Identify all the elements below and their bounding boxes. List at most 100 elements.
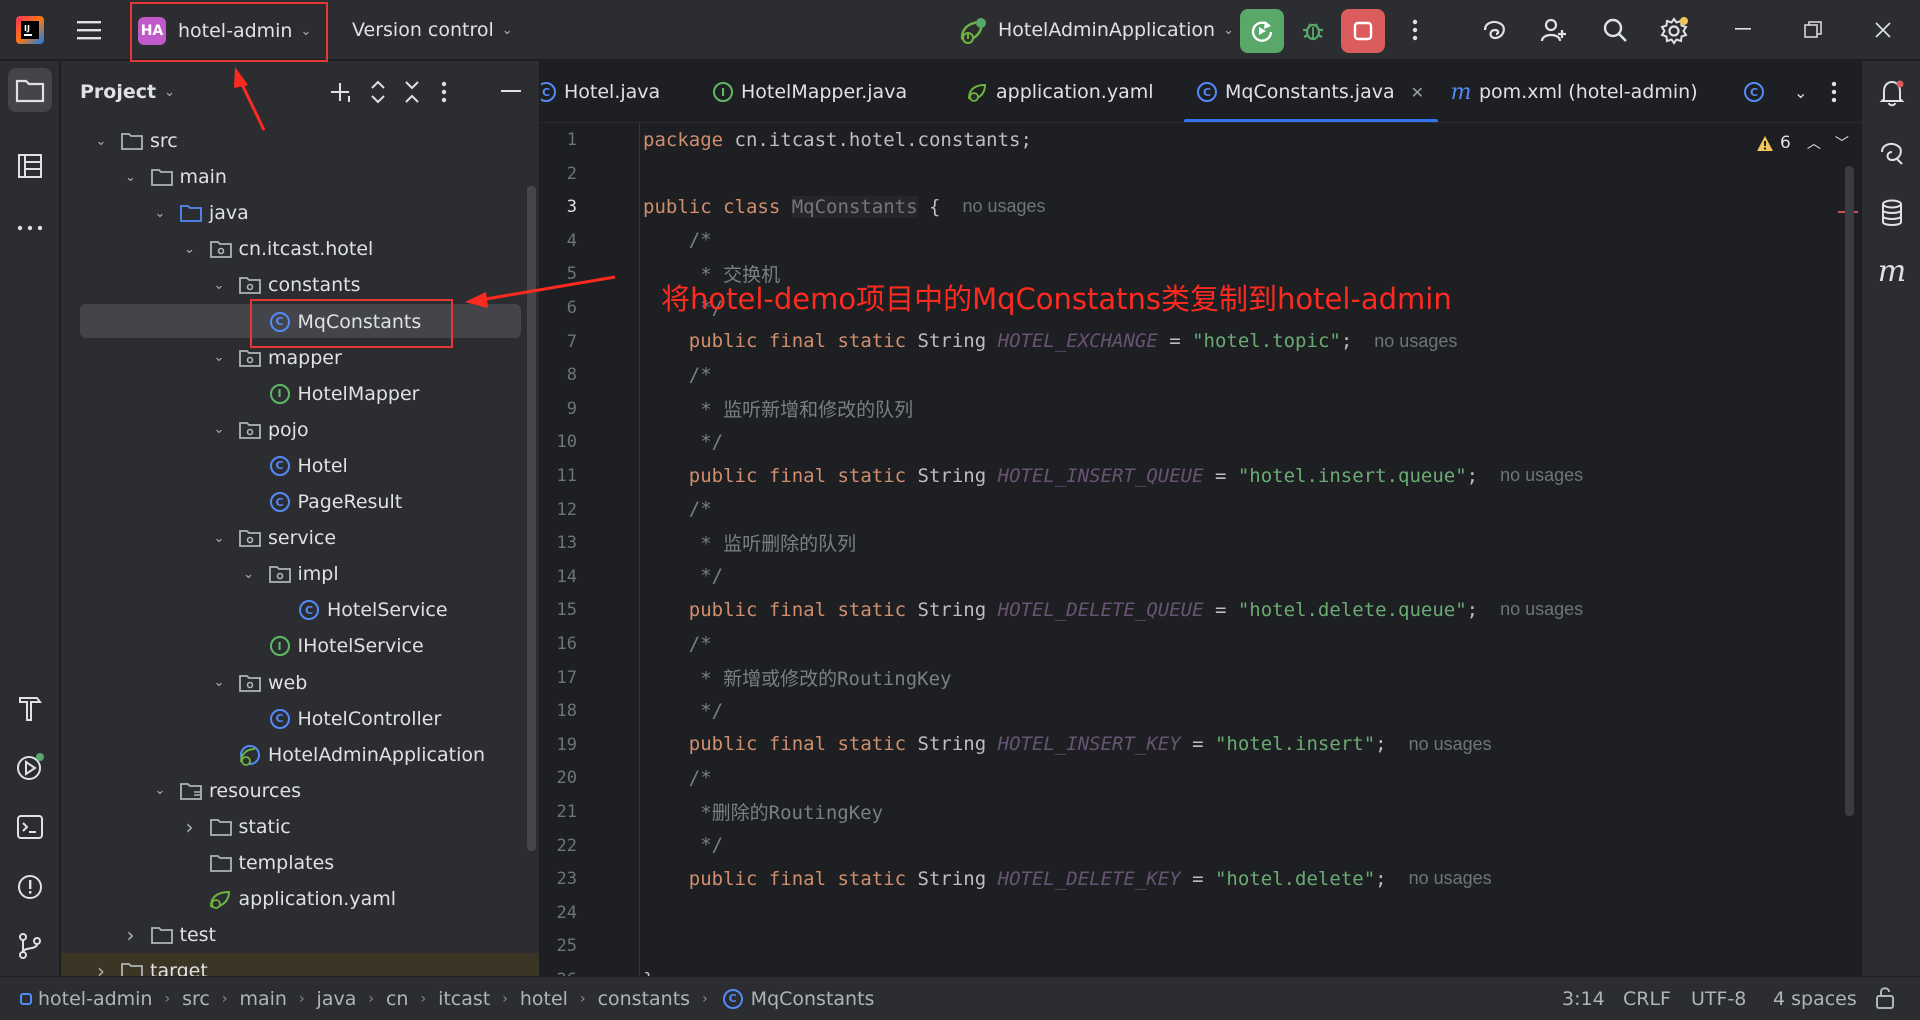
tree-item-static[interactable]: › static <box>61 809 539 845</box>
tree-item-ihotelservice[interactable]: I IHotelService <box>61 628 539 664</box>
line-separator[interactable]: CRLF <box>1623 988 1671 1010</box>
tree-item-hotelcontroller[interactable]: C HotelController <box>61 701 539 737</box>
line-number[interactable]: 10 <box>541 432 577 452</box>
line-number[interactable]: 5 <box>541 264 577 284</box>
project-scrollbar[interactable] <box>527 186 536 851</box>
chevron-down-icon[interactable]: ⌄ <box>209 422 229 437</box>
code-line[interactable]: * 监听新增和修改的队列 <box>643 392 913 425</box>
code-line[interactable]: * 监听删除的队列 <box>643 526 856 559</box>
line-number[interactable]: 21 <box>541 802 577 822</box>
code-line[interactable]: public final static String HOTEL_DELETE_… <box>643 862 1492 895</box>
tree-item-web[interactable]: ⌄ web <box>61 665 539 701</box>
tree-item-templates[interactable]: templates <box>61 845 539 881</box>
project-tool-button[interactable] <box>8 68 52 112</box>
services-tool-button[interactable] <box>8 745 52 789</box>
tree-item-impl[interactable]: ⌄ impl <box>61 556 539 592</box>
code-line[interactable]: /* <box>643 493 712 526</box>
line-number[interactable]: 18 <box>541 701 577 721</box>
main-menu-icon[interactable] <box>72 0 106 60</box>
tab-application-yaml[interactable]: application.yaml <box>965 61 1154 122</box>
chevron-down-icon[interactable]: ⌄ <box>180 242 200 257</box>
usages-hint[interactable]: no usages <box>1374 331 1457 352</box>
settings-icon[interactable] <box>1657 0 1693 60</box>
code-line[interactable]: */ <box>643 560 723 593</box>
chevron-down-icon[interactable]: ⌄ <box>91 134 111 149</box>
chevron-down-icon[interactable]: ⌄ <box>239 567 259 582</box>
app-logo[interactable]: IJ <box>16 0 44 60</box>
breadcrumb-item[interactable]: hotel-admin <box>38 988 152 1010</box>
code-line[interactable]: public final static String HOTEL_EXCHANG… <box>643 325 1458 358</box>
code-line[interactable]: public final static String HOTEL_INSERT_… <box>643 728 1492 761</box>
tree-item-application-yaml[interactable]: application.yaml <box>61 881 539 917</box>
usages-hint[interactable]: no usages <box>1500 599 1583 620</box>
caret-position[interactable]: 3:14 <box>1562 988 1605 1010</box>
tree-item-resources[interactable]: ⌄ resources <box>61 773 539 809</box>
code-line[interactable]: */ <box>643 425 723 458</box>
readonly-toggle-icon[interactable] <box>1874 985 1898 1016</box>
line-number[interactable]: 17 <box>541 668 577 688</box>
line-number[interactable]: 11 <box>541 466 577 486</box>
more-actions-icon[interactable] <box>1400 0 1430 60</box>
tree-item-mqconstants[interactable]: C MqConstants <box>61 304 539 340</box>
code-line[interactable]: */ <box>643 694 723 727</box>
code-line[interactable]: /* <box>643 358 712 391</box>
line-number[interactable]: 19 <box>541 735 577 755</box>
expand-all-icon[interactable] <box>369 61 387 123</box>
line-number[interactable]: 22 <box>541 836 577 856</box>
code-editor[interactable]: package cn.itcast.hotel.constants; public… <box>640 123 1861 976</box>
breadcrumb-item[interactable]: MqConstants <box>751 988 875 1010</box>
close-tab-icon[interactable]: ✕ <box>1411 83 1424 102</box>
chevron-down-icon[interactable]: ⌄ <box>121 170 141 185</box>
vcs-selector[interactable]: Version control ⌄ <box>352 0 513 60</box>
inspection-widget[interactable]: 6 ︿ ﹀ <box>1756 128 1849 158</box>
hide-panel-icon[interactable] <box>501 61 521 123</box>
chevron-down-icon[interactable]: ⌄ <box>209 278 229 293</box>
tree-item-mapper[interactable]: ⌄ mapper <box>61 340 539 376</box>
git-tool-button[interactable] <box>8 924 52 968</box>
line-number[interactable]: 9 <box>541 399 577 419</box>
tree-item-hotelmapper[interactable]: I HotelMapper <box>61 376 539 412</box>
code-line[interactable]: *删除的RoutingKey <box>643 795 883 828</box>
usages-hint[interactable]: no usages <box>962 196 1045 217</box>
tab-list-chevron-icon[interactable]: ⌄ <box>1786 61 1807 122</box>
code-line[interactable]: public final static String HOTEL_INSERT_… <box>643 459 1583 492</box>
tree-item-test[interactable]: › test <box>61 917 539 953</box>
new-file-icon[interactable] <box>329 61 353 123</box>
tree-item-hotelservice[interactable]: C HotelService <box>61 592 539 628</box>
breadcrumb-item[interactable]: hotel <box>520 988 568 1010</box>
line-number[interactable]: 14 <box>541 567 577 587</box>
breadcrumb-item[interactable]: cn <box>386 988 409 1010</box>
line-number[interactable]: 12 <box>541 500 577 520</box>
code-line[interactable]: /* <box>643 761 712 794</box>
chevron-down-icon[interactable]: ⌄ <box>150 206 170 221</box>
breadcrumb-item[interactable]: src <box>182 988 210 1010</box>
editor-scrollbar[interactable] <box>1845 166 1854 816</box>
chevron-down-icon[interactable]: ⌄ <box>209 675 229 690</box>
tab-mqconstants-java[interactable]: C MqConstants.java ✕ <box>1184 61 1439 122</box>
tab-hotel-java[interactable]: C Hotel.java <box>541 61 660 122</box>
line-number[interactable]: 16 <box>541 634 577 654</box>
line-number[interactable]: 6 <box>541 298 577 318</box>
line-number[interactable]: 20 <box>541 768 577 788</box>
line-number-gutter[interactable]: 1 2 3 4 5 6 7 8 9 10 11 12 13 14 15 16 17 18 19 20 21 22 23 24 2… <box>541 123 639 990</box>
line-number[interactable]: 8 <box>541 365 577 385</box>
line-number[interactable]: 15 <box>541 600 577 620</box>
line-number[interactable]: 3 <box>541 197 577 217</box>
tree-item-constants[interactable]: ⌄ constants <box>61 267 539 303</box>
tree-item-java[interactable]: ⌄ java <box>61 195 539 231</box>
line-number[interactable]: 25 <box>541 936 577 956</box>
structure-tool-button[interactable] <box>8 144 52 188</box>
tree-item-target[interactable]: › target <box>61 953 539 976</box>
tree-item-cn-itcast-hotel[interactable]: ⌄ cn.itcast.hotel <box>61 231 539 267</box>
code-line[interactable]: */ <box>643 829 723 862</box>
code-line[interactable]: * 新增或修改的RoutingKey <box>643 661 951 694</box>
breadcrumb-item[interactable]: itcast <box>438 988 490 1010</box>
stop-button[interactable] <box>1341 9 1385 53</box>
code-line[interactable]: public final static String HOTEL_DELETE_… <box>643 593 1583 626</box>
collapse-all-icon[interactable] <box>403 61 421 123</box>
maven-tool-icon[interactable]: m <box>1870 249 1914 293</box>
breadcrumb-item[interactable]: java <box>317 988 357 1010</box>
panel-options-icon[interactable] <box>441 61 447 123</box>
code-line[interactable]: /* <box>643 627 712 660</box>
tree-item-hoteladminapplication[interactable]: HotelAdminApplication <box>61 737 539 773</box>
